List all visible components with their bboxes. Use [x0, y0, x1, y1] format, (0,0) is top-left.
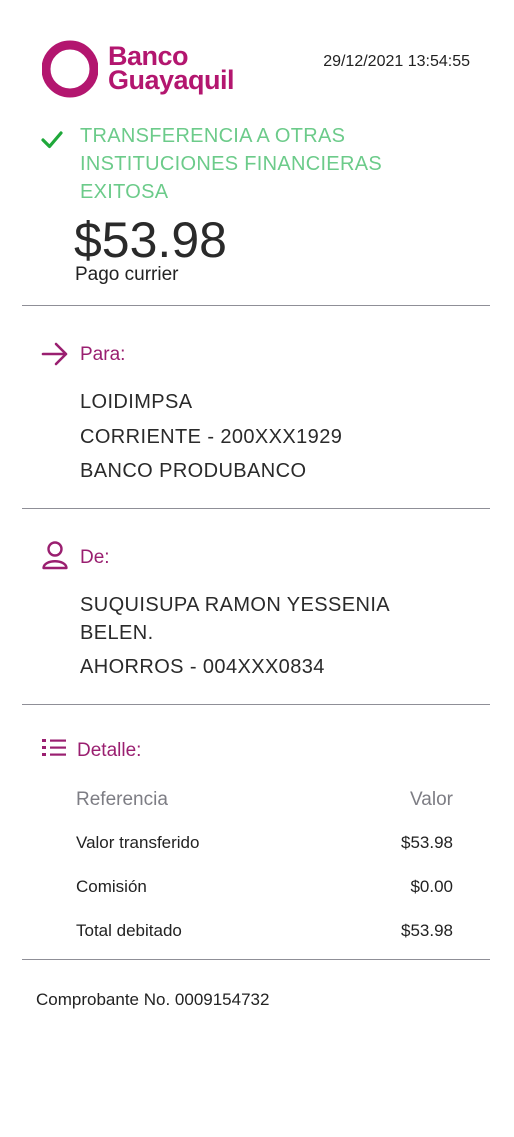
transfer-concept: Pago currier	[75, 264, 179, 285]
receipt-number: Comprobante No. 0009154732	[36, 990, 270, 1009]
from-name: SUQUISUPA RAMON YESSENIA BELEN.	[80, 594, 389, 644]
to-label: Para:	[80, 344, 126, 365]
table-row-value: $53.98	[401, 833, 453, 852]
to-name: LOIDIMPSA	[80, 391, 193, 413]
divider	[22, 305, 490, 306]
detail-label: Detalle:	[77, 740, 142, 761]
success-title: TRANSFERENCIA A OTRAS INSTITUCIONES FINA…	[80, 125, 382, 203]
bank-logo-icon	[42, 40, 98, 98]
check-icon	[41, 131, 63, 149]
transaction-datetime: 29/12/2021 13:54:55	[323, 53, 470, 70]
column-header-reference: Referencia	[76, 789, 168, 810]
from-label: De:	[80, 547, 110, 568]
table-row-reference: Comisión	[76, 877, 147, 896]
table-row-value: $53.98	[401, 921, 453, 940]
brand-line-2: Guayaquil	[108, 65, 235, 95]
table-row-reference: Valor transferido	[76, 833, 200, 852]
column-header-value: Valor	[410, 789, 453, 810]
brand-name: Banco Guayaquil	[108, 43, 235, 95]
divider	[22, 959, 490, 960]
table-row-reference: Total debitado	[76, 921, 182, 940]
from-account: AHORROS - 004XXX0834	[80, 656, 325, 678]
transfer-amount: $53.98	[74, 212, 227, 268]
user-icon	[42, 541, 68, 570]
divider	[22, 704, 490, 705]
to-account: CORRIENTE - 200XXX1929	[80, 426, 343, 448]
list-icon	[42, 739, 66, 756]
divider	[22, 508, 490, 509]
to-bank: BANCO PRODUBANCO	[80, 460, 307, 482]
arrow-right-icon	[41, 342, 68, 366]
bank-logo: Banco Guayaquil	[42, 40, 262, 100]
table-row-value: $0.00	[410, 877, 453, 896]
